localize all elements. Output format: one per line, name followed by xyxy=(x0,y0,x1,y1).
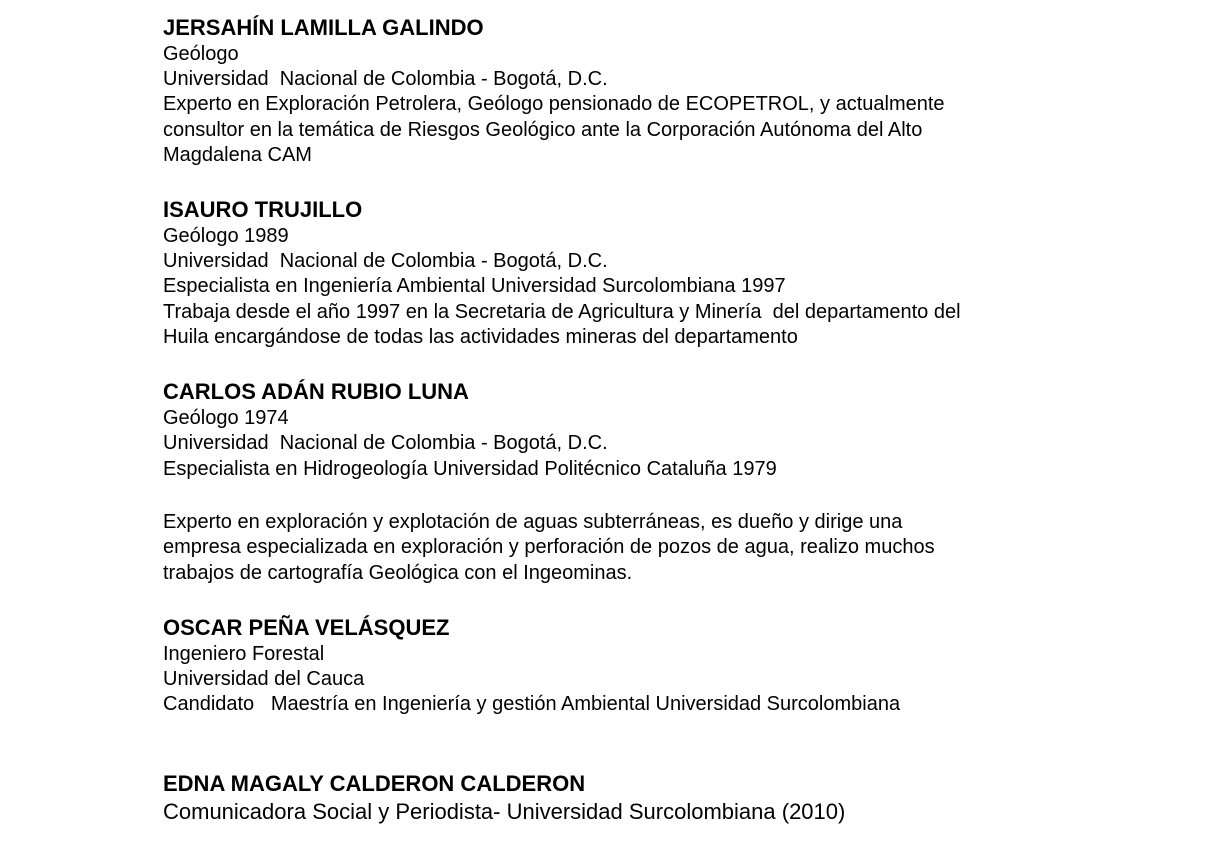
person-detail-line: Huila encargándose de todas las activida… xyxy=(163,326,798,348)
person-detail-line: Ingeniero Forestal xyxy=(163,643,325,665)
person-detail-line: Universidad Nacional de Colombia - Bogot… xyxy=(163,68,608,90)
person-detail-line: Experto en exploración y explotación de … xyxy=(163,511,903,533)
person-name: OSCAR PEÑA VELÁSQUEZ xyxy=(163,615,450,640)
person-detail-line: Geólogo 1989 xyxy=(163,225,289,247)
person-detail-line: Geólogo xyxy=(163,43,239,65)
person-detail-line: Candidato Maestría en Ingeniería y gesti… xyxy=(163,693,901,715)
person-name: JERSAHÍN LAMILLA GALINDO xyxy=(163,15,484,40)
person-detail-line: trabajos de cartografía Geológica con el… xyxy=(163,562,633,584)
person-name: ISAURO TRUJILLO xyxy=(163,197,363,222)
person-detail-line: empresa especializada en exploración y p… xyxy=(163,536,935,558)
person-detail-line: consultor en la temática de Riesgos Geol… xyxy=(163,119,923,141)
person-name: CARLOS ADÁN RUBIO LUNA xyxy=(163,379,469,404)
person-detail-line: Magdalena CAM xyxy=(163,144,312,166)
person-detail-line: Experto en Exploración Petrolera, Geólog… xyxy=(163,93,945,115)
person-detail-line: Universidad del Cauca xyxy=(163,668,365,690)
person-detail-line: Universidad Nacional de Colombia - Bogot… xyxy=(163,250,608,272)
person-detail-line: Especialista en Ingeniería Ambiental Uni… xyxy=(163,275,786,297)
person-detail-line: Trabaja desde el año 1997 en la Secretar… xyxy=(163,301,961,323)
person-detail-line: Universidad Nacional de Colombia - Bogot… xyxy=(163,432,608,454)
person-name: EDNA MAGALY CALDERON CALDERON xyxy=(163,771,586,796)
person-detail-line: Geólogo 1974 xyxy=(163,407,289,429)
person-detail-line: Comunicadora Social y Periodista- Univer… xyxy=(163,799,846,824)
person-detail-line: Especialista en Hidrogeología Universida… xyxy=(163,458,777,480)
